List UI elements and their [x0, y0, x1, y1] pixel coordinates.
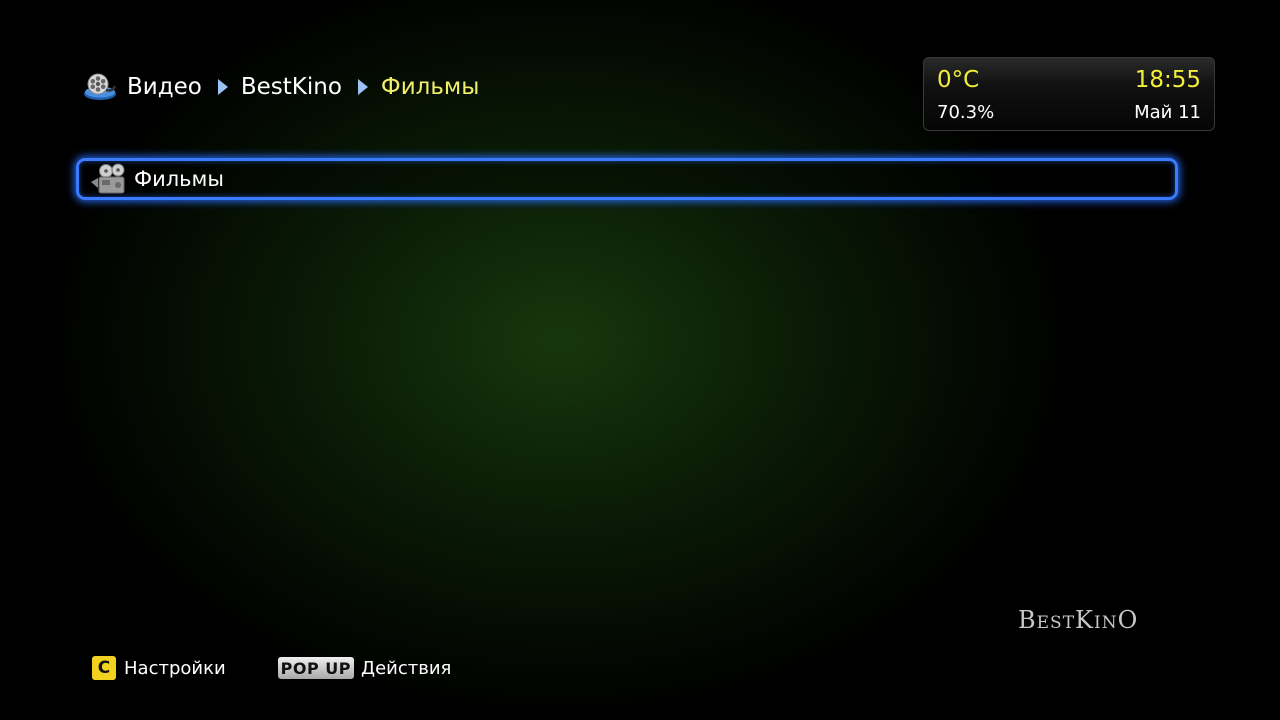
brand-logo: BESTKINO	[1018, 606, 1139, 634]
breadcrumb-item-current: Фильмы	[380, 74, 480, 100]
date-readout: Май 11	[1134, 102, 1201, 123]
list-item-label: Фильмы	[134, 167, 224, 191]
media-browser-screen: Видео BestKino Фильмы 0°C 18:55 70.3% Ма…	[0, 0, 1280, 720]
video-reel-icon	[84, 73, 117, 100]
breadcrumb-separator-icon	[217, 79, 228, 95]
breadcrumb: Видео BestKino Фильмы	[82, 70, 479, 104]
actions-hint-label: Действия	[361, 657, 452, 679]
list-item-movies[interactable]: Фильмы	[76, 158, 1178, 200]
breadcrumb-separator-icon	[357, 79, 368, 95]
breadcrumb-item-bestkino[interactable]: BestKino	[241, 74, 342, 100]
breadcrumb-item-video[interactable]: Видео	[127, 74, 202, 100]
clock-readout: 18:55	[1134, 67, 1201, 93]
movie-camera-icon	[91, 163, 125, 194]
temperature-readout: 0°C	[937, 67, 980, 93]
footer-hints: C Настройки POP UP Действия	[92, 654, 451, 682]
c-key-icon[interactable]: C	[92, 656, 116, 680]
popup-key-icon[interactable]: POP UP	[277, 657, 354, 679]
humidity-readout: 70.3%	[937, 102, 995, 123]
settings-hint-label: Настройки	[124, 657, 226, 679]
status-panel: 0°C 18:55 70.3% Май 11	[923, 57, 1215, 131]
